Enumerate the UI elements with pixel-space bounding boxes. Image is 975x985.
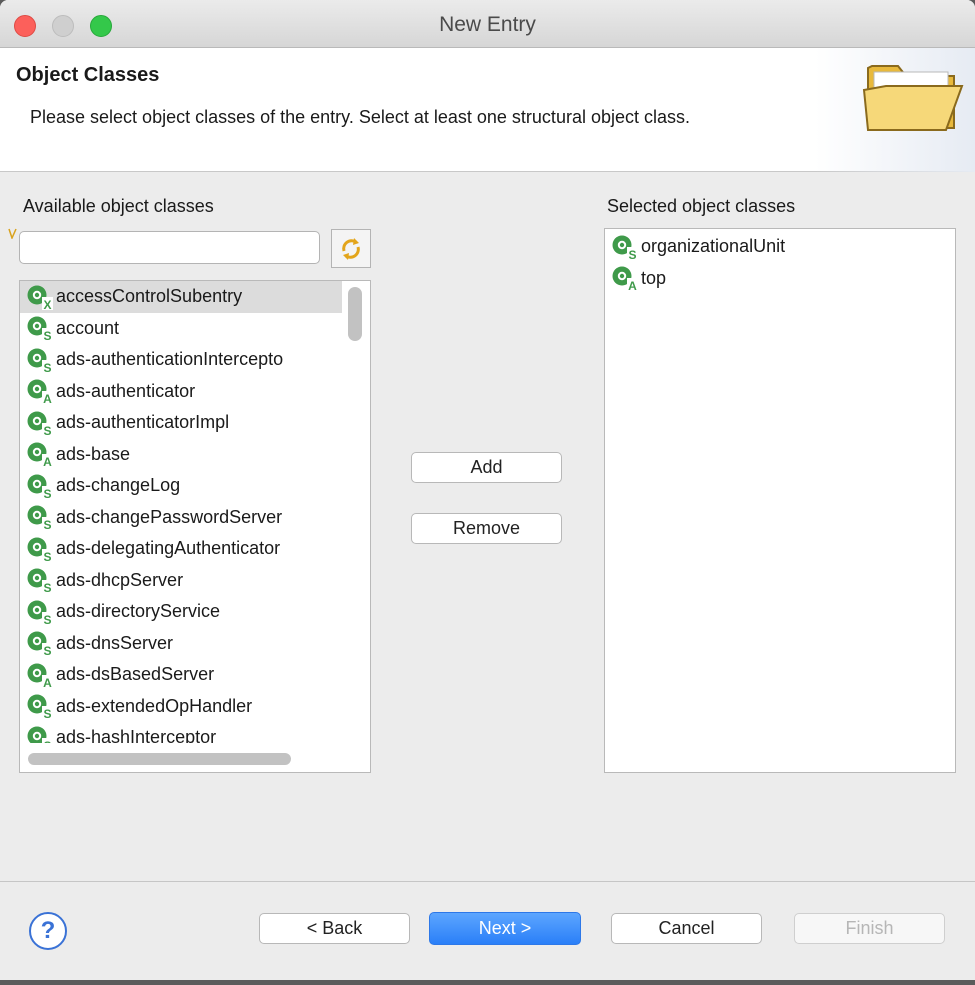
list-item[interactable]: Sads-authenticatorImpl [20,407,342,439]
svg-text:S: S [43,518,51,531]
available-classes-list[interactable]: XaccessControlSubentry Saccount Sads-authe… [19,280,371,773]
svg-text:X: X [43,298,51,311]
object-class-icon: S [27,537,53,563]
header-banner: Object Classes Please select object clas… [0,48,975,172]
list-item[interactable]: Saccount [20,313,342,345]
list-item[interactable]: SorganizationalUnit [605,231,955,263]
svg-text:A: A [43,392,52,405]
refresh-button[interactable] [331,229,371,268]
list-item[interactable]: XaccessControlSubentry [20,281,342,313]
svg-text:S: S [43,361,51,374]
list-item[interactable]: Sads-dhcpServer [20,565,342,597]
object-class-icon: A [27,663,53,689]
object-class-icon: S [27,411,53,437]
list-item-label: ads-authenticator [56,380,196,401]
list-item[interactable]: Aads-base [20,439,342,471]
object-class-icon: S [612,235,638,261]
refresh-icon [342,237,360,260]
object-class-icon: S [27,694,53,720]
list-item-label: ads-authenticatorImpl [56,412,230,433]
object-class-icon: A [612,266,638,292]
svg-text:S: S [43,581,51,594]
new-entry-window: New Entry Object Classes Please select o… [0,0,975,980]
content-assist-icon [8,228,17,239]
list-item[interactable]: Aads-authenticator [20,376,342,408]
list-item[interactable]: Sads-extendedOpHandler [20,691,342,723]
window-title: New Entry [439,13,536,36]
svg-text:S: S [43,487,51,500]
list-item[interactable]: Sads-authenticationIntercepto [20,344,342,376]
remove-button[interactable]: Remove [411,513,562,544]
list-item[interactable]: Sads-directoryService [20,596,342,628]
vertical-scrollbar[interactable] [348,287,362,341]
object-class-icon: A [27,442,53,468]
list-item-label: ads-changeLog [56,475,181,496]
object-class-icon: S [27,505,53,531]
svg-text:S: S [628,248,636,261]
list-item[interactable]: Sads-changePasswordServer [20,502,342,534]
svg-text:S: S [43,613,51,626]
object-class-icon: S [27,631,53,657]
list-item-label: account [56,317,120,338]
list-item-label: ads-base [56,443,131,464]
svg-text:S: S [43,329,51,342]
svg-text:S: S [43,550,51,563]
next-button[interactable]: Next > [429,912,581,945]
object-class-icon: S [27,600,53,626]
list-item-label: ads-authenticationIntercepto [56,349,284,370]
help-button[interactable]: ? [29,912,67,950]
object-class-icon: S [27,474,53,500]
add-button[interactable]: Add [411,452,562,483]
list-item-label: ads-delegatingAuthenticator [56,538,281,559]
list-item-label: ads-dnsServer [56,632,174,653]
list-item-label: top [641,267,667,288]
svg-text:A: A [628,279,637,292]
filter-input[interactable] [19,231,320,264]
list-item[interactable]: Sads-changeLog [20,470,342,502]
folder-icon [862,65,964,131]
list-item[interactable]: Sads-dnsServer [20,628,342,660]
list-item-label: ads-directoryService [56,601,221,622]
list-item[interactable]: Aads-dsBasedServer [20,659,342,691]
list-item-label: ads-dsBasedServer [56,664,215,685]
svg-text:S: S [43,424,51,437]
object-class-icon: X [27,285,53,311]
selected-classes-label: Selected object classes [607,196,796,216]
object-class-icon: A [27,379,53,405]
object-class-icon: S [27,568,53,594]
available-classes-label: Available object classes [23,196,214,216]
horizontal-scrollbar[interactable] [28,753,291,765]
svg-text:A: A [43,676,52,689]
svg-text:S: S [43,644,51,657]
finish-button[interactable]: Finish [794,913,945,944]
svg-text:A: A [43,455,52,468]
page-description: Please select object classes of the entr… [30,107,690,127]
page-title: Object Classes [16,64,160,86]
back-button[interactable]: < Back [259,913,410,944]
cancel-button[interactable]: Cancel [611,913,762,944]
list-item[interactable]: Sads-delegatingAuthenticator [20,533,342,565]
selected-classes-list[interactable]: SorganizationalUnit Atop [604,228,956,773]
list-item-label: organizationalUnit [641,236,786,257]
list-item-label: ads-changePasswordServer [56,506,283,527]
title-bar: New Entry [0,0,975,48]
object-class-icon: S [27,316,53,342]
list-item-label: ads-dhcpServer [56,569,184,590]
list-item[interactable]: Atop [605,263,955,295]
list-item-label: ads-extendedOpHandler [56,695,253,716]
svg-text:S: S [43,707,51,720]
list-item-label: accessControlSubentry [56,286,243,307]
object-class-icon: S [27,348,53,374]
